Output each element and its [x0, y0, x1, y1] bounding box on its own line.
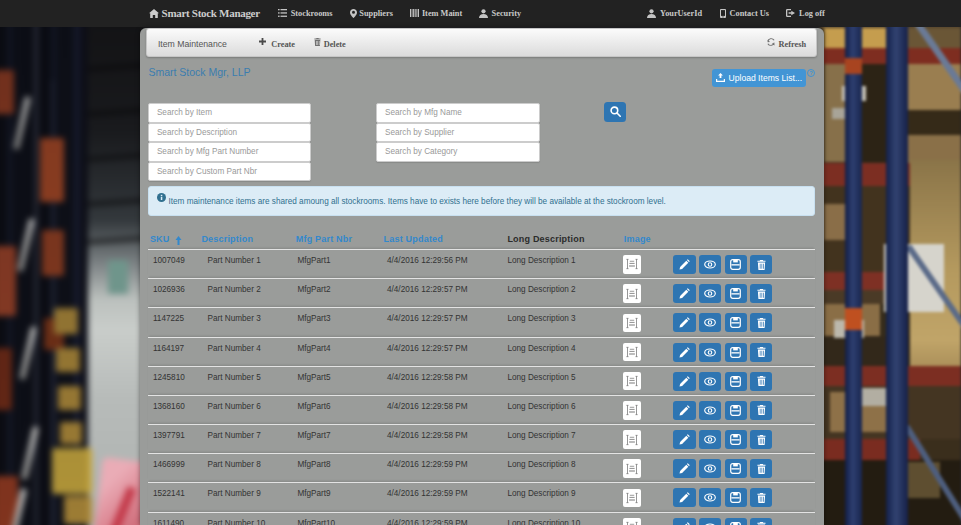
svg-text:?: ? — [809, 70, 813, 76]
